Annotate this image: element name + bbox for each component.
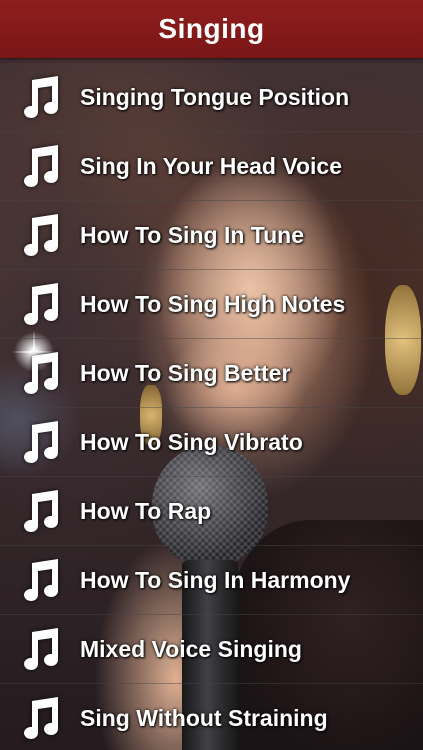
list-item[interactable]: Mixed Voice Singing bbox=[0, 615, 423, 684]
list-item-label: How To Sing In Tune bbox=[80, 221, 305, 248]
music-note-icon bbox=[0, 201, 80, 269]
music-note-icon bbox=[0, 63, 80, 131]
list-item-label: How To Sing Vibrato bbox=[80, 428, 303, 455]
music-note-icon bbox=[0, 546, 80, 614]
list-item-label: Mixed Voice Singing bbox=[80, 635, 302, 662]
list-item-label: Sing Without Straining bbox=[80, 704, 328, 731]
list-item[interactable]: Sing Without Straining bbox=[0, 684, 423, 750]
list-item[interactable]: How To Sing Vibrato bbox=[0, 408, 423, 477]
list-item[interactable]: Singing Tongue Position bbox=[0, 63, 423, 132]
list-item-label: How To Sing In Harmony bbox=[80, 566, 351, 593]
music-note-icon bbox=[0, 615, 80, 683]
list-item[interactable]: How To Sing High Notes bbox=[0, 270, 423, 339]
app-screen: Singing Singing Tongue Position Sing In … bbox=[0, 0, 423, 750]
list-item[interactable]: How To Sing Better bbox=[0, 339, 423, 408]
music-note-icon bbox=[0, 408, 80, 476]
list-item-label: Sing In Your Head Voice bbox=[80, 152, 342, 179]
topic-list: Singing Tongue Position Sing In Your Hea… bbox=[0, 63, 423, 750]
music-note-icon bbox=[0, 477, 80, 545]
list-item[interactable]: Sing In Your Head Voice bbox=[0, 132, 423, 201]
music-note-icon bbox=[0, 132, 80, 200]
list-item-label: How To Sing High Notes bbox=[80, 290, 346, 317]
list-item-label: Singing Tongue Position bbox=[80, 83, 350, 110]
list-item[interactable]: How To Sing In Harmony bbox=[0, 546, 423, 615]
list-item-label: How To Rap bbox=[80, 497, 212, 524]
music-note-icon bbox=[0, 270, 80, 338]
list-item[interactable]: How To Sing In Tune bbox=[0, 201, 423, 270]
music-note-icon bbox=[0, 684, 80, 750]
music-note-icon bbox=[0, 339, 80, 407]
app-header: Singing bbox=[0, 0, 423, 58]
list-item-label: How To Sing Better bbox=[80, 359, 291, 386]
list-item[interactable]: How To Rap bbox=[0, 477, 423, 546]
page-title: Singing bbox=[158, 13, 265, 44]
